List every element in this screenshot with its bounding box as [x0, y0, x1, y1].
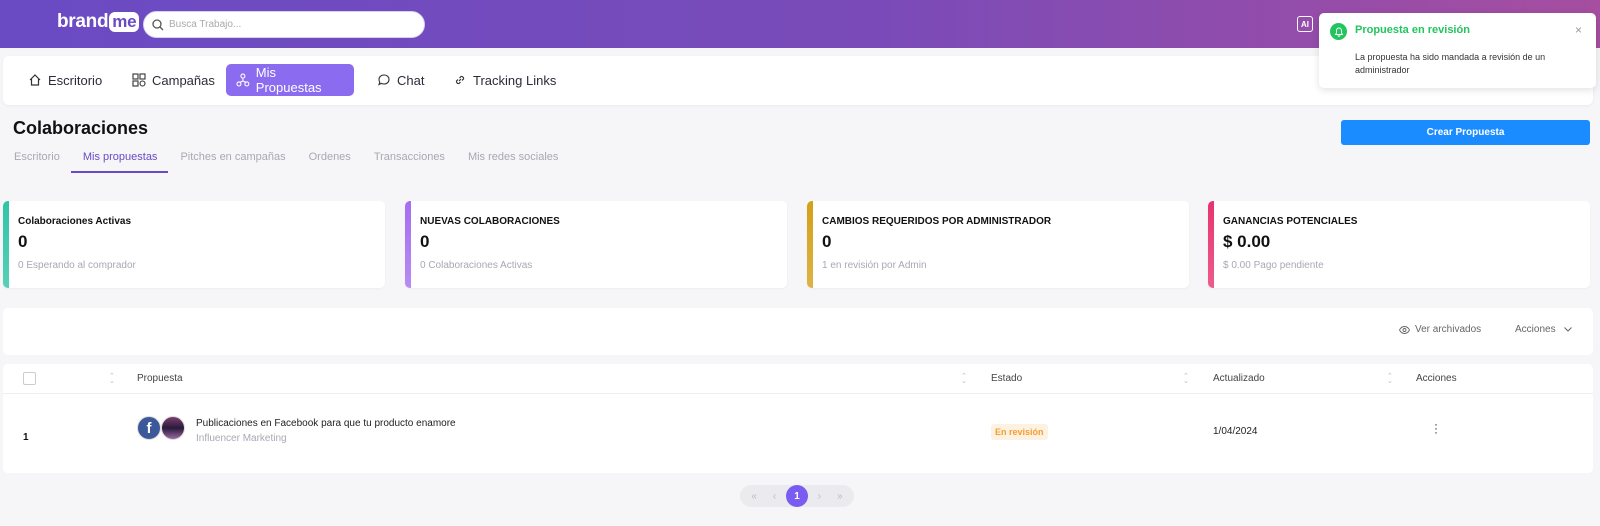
toast-notification: Propuesta en revisión × La propuesta ha …	[1319, 13, 1596, 88]
proposals-icon	[236, 73, 250, 87]
stat-subtext: 0 Esperando al comprador	[18, 260, 136, 271]
column-header-estado[interactable]: Estado	[991, 373, 1022, 384]
stat-card-colaboraciones-activas: Colaboraciones Activas 0 0 Esperando al …	[3, 201, 385, 288]
stat-value: 0	[822, 232, 832, 251]
facebook-icon: f	[137, 416, 161, 440]
stat-card-ganancias-potenciales: GANANCIAS POTENCIALES $ 0.00 $ 0.00 Pago…	[1208, 201, 1590, 288]
toast-title: Propuesta en revisión	[1355, 24, 1470, 36]
sort-icon[interactable]: ⌃ ⌄	[961, 373, 967, 385]
campaigns-icon	[132, 73, 146, 87]
search-input[interactable]	[169, 19, 409, 30]
proposal-title[interactable]: Publicaciones en Facebook para que tu pr…	[196, 418, 456, 429]
stat-subtext: 1 en revisión por Admin	[822, 260, 927, 271]
search-box[interactable]	[143, 11, 425, 38]
column-header-propuesta[interactable]: Propuesta	[137, 373, 183, 384]
updated-date: 1/04/2024	[1213, 426, 1258, 437]
stat-accent-bar	[807, 201, 813, 288]
last-page-button[interactable]: »	[831, 491, 849, 502]
next-page-button[interactable]: ›	[810, 491, 828, 502]
tab-ordenes[interactable]: Ordenes	[309, 151, 351, 173]
proposals-table: ⌃ ⌄ Propuesta ⌃ ⌄ Estado ⌃ ⌄ Actualizado ⌃ ⌄…	[3, 364, 1593, 473]
close-icon[interactable]: ×	[1575, 23, 1582, 37]
row-actions-menu-icon[interactable]: · · ·	[1434, 418, 1438, 438]
stat-label: CAMBIOS REQUERIDOS POR ADMINISTRADOR	[822, 216, 1052, 227]
select-all-checkbox[interactable]	[23, 372, 36, 385]
create-proposal-button[interactable]: Crear Propuesta	[1341, 120, 1590, 145]
sort-icon[interactable]: ⌃ ⌄	[109, 373, 115, 385]
stat-value: 0	[18, 232, 28, 251]
page-title: Colaboraciones	[13, 118, 149, 138]
ai-icon[interactable]: AI	[1297, 16, 1313, 32]
filter-bar: Ver archivados Acciones	[3, 308, 1593, 355]
eye-icon	[1399, 325, 1410, 334]
pagination: « ‹ 1 › »	[740, 485, 854, 507]
prev-page-button[interactable]: ‹	[766, 491, 784, 502]
view-archived-button[interactable]: Ver archivados	[1399, 324, 1481, 335]
stat-subtext: $ 0.00 Pago pendiente	[1223, 260, 1324, 271]
nav-item-escritorio[interactable]: Escritorio	[18, 64, 112, 96]
first-page-button[interactable]: «	[745, 491, 763, 502]
tab-mis-propuestas[interactable]: Mis propuestas	[70, 151, 169, 173]
proposal-category: Influencer Marketing	[196, 433, 287, 444]
chat-icon	[378, 74, 390, 86]
tab-escritorio[interactable]: Escritorio	[14, 151, 60, 173]
stat-card-nuevas-colaboraciones: NUEVAS COLABORACIONES 0 0 Colaboraciones…	[405, 201, 787, 288]
column-header-actualizado[interactable]: Actualizado	[1213, 373, 1265, 384]
stat-label: Colaboraciones Activas	[18, 216, 132, 227]
nav-item-chat[interactable]: Chat	[367, 64, 434, 96]
chevron-down-icon	[1563, 327, 1572, 332]
stat-value: 0	[420, 232, 430, 251]
stat-accent-bar	[1208, 201, 1214, 288]
brand-logo[interactable]: brand me	[57, 11, 140, 33]
stat-card-cambios-requeridos: CAMBIOS REQUERIDOS POR ADMINISTRADOR 0 1…	[807, 201, 1189, 288]
home-icon	[29, 74, 41, 86]
sort-icon[interactable]: ⌃ ⌄	[1183, 373, 1189, 385]
table-header: ⌃ ⌄ Propuesta ⌃ ⌄ Estado ⌃ ⌄ Actualizado ⌃ ⌄…	[3, 364, 1593, 394]
stat-accent-bar	[405, 201, 411, 288]
nav-item-mis-propuestas[interactable]: Mis Propuestas	[226, 64, 354, 96]
nav-item-tracking-links[interactable]: Tracking Links	[443, 64, 566, 96]
stat-subtext: 0 Colaboraciones Activas	[420, 260, 533, 271]
page-button-current[interactable]: 1	[785, 485, 808, 507]
sort-icon[interactable]: ⌃ ⌄	[1387, 373, 1393, 385]
bell-icon	[1330, 23, 1347, 40]
sub-tabs: Escritorio Mis propuestas Pitches en cam…	[14, 151, 581, 173]
search-icon	[152, 18, 164, 30]
nav-item-campanas[interactable]: Campañas	[122, 64, 225, 96]
avatar	[161, 416, 185, 440]
tab-mis-redes-sociales[interactable]: Mis redes sociales	[468, 151, 558, 173]
tab-transacciones[interactable]: Transacciones	[374, 151, 445, 173]
link-icon	[455, 75, 465, 85]
toast-message: La propuesta ha sido mandada a revisión …	[1355, 52, 1546, 75]
stat-value: $ 0.00	[1223, 232, 1271, 251]
tab-pitches-en-campanas[interactable]: Pitches en campañas	[180, 151, 285, 173]
actions-dropdown[interactable]: Acciones	[1515, 324, 1572, 335]
stat-accent-bar	[3, 201, 9, 288]
stat-label: GANANCIAS POTENCIALES	[1223, 216, 1358, 227]
row-number: 1	[23, 432, 29, 443]
stat-label: NUEVAS COLABORACIONES	[420, 216, 560, 227]
status-badge: En revisión	[991, 424, 1048, 440]
column-header-acciones: Acciones	[1416, 373, 1457, 384]
